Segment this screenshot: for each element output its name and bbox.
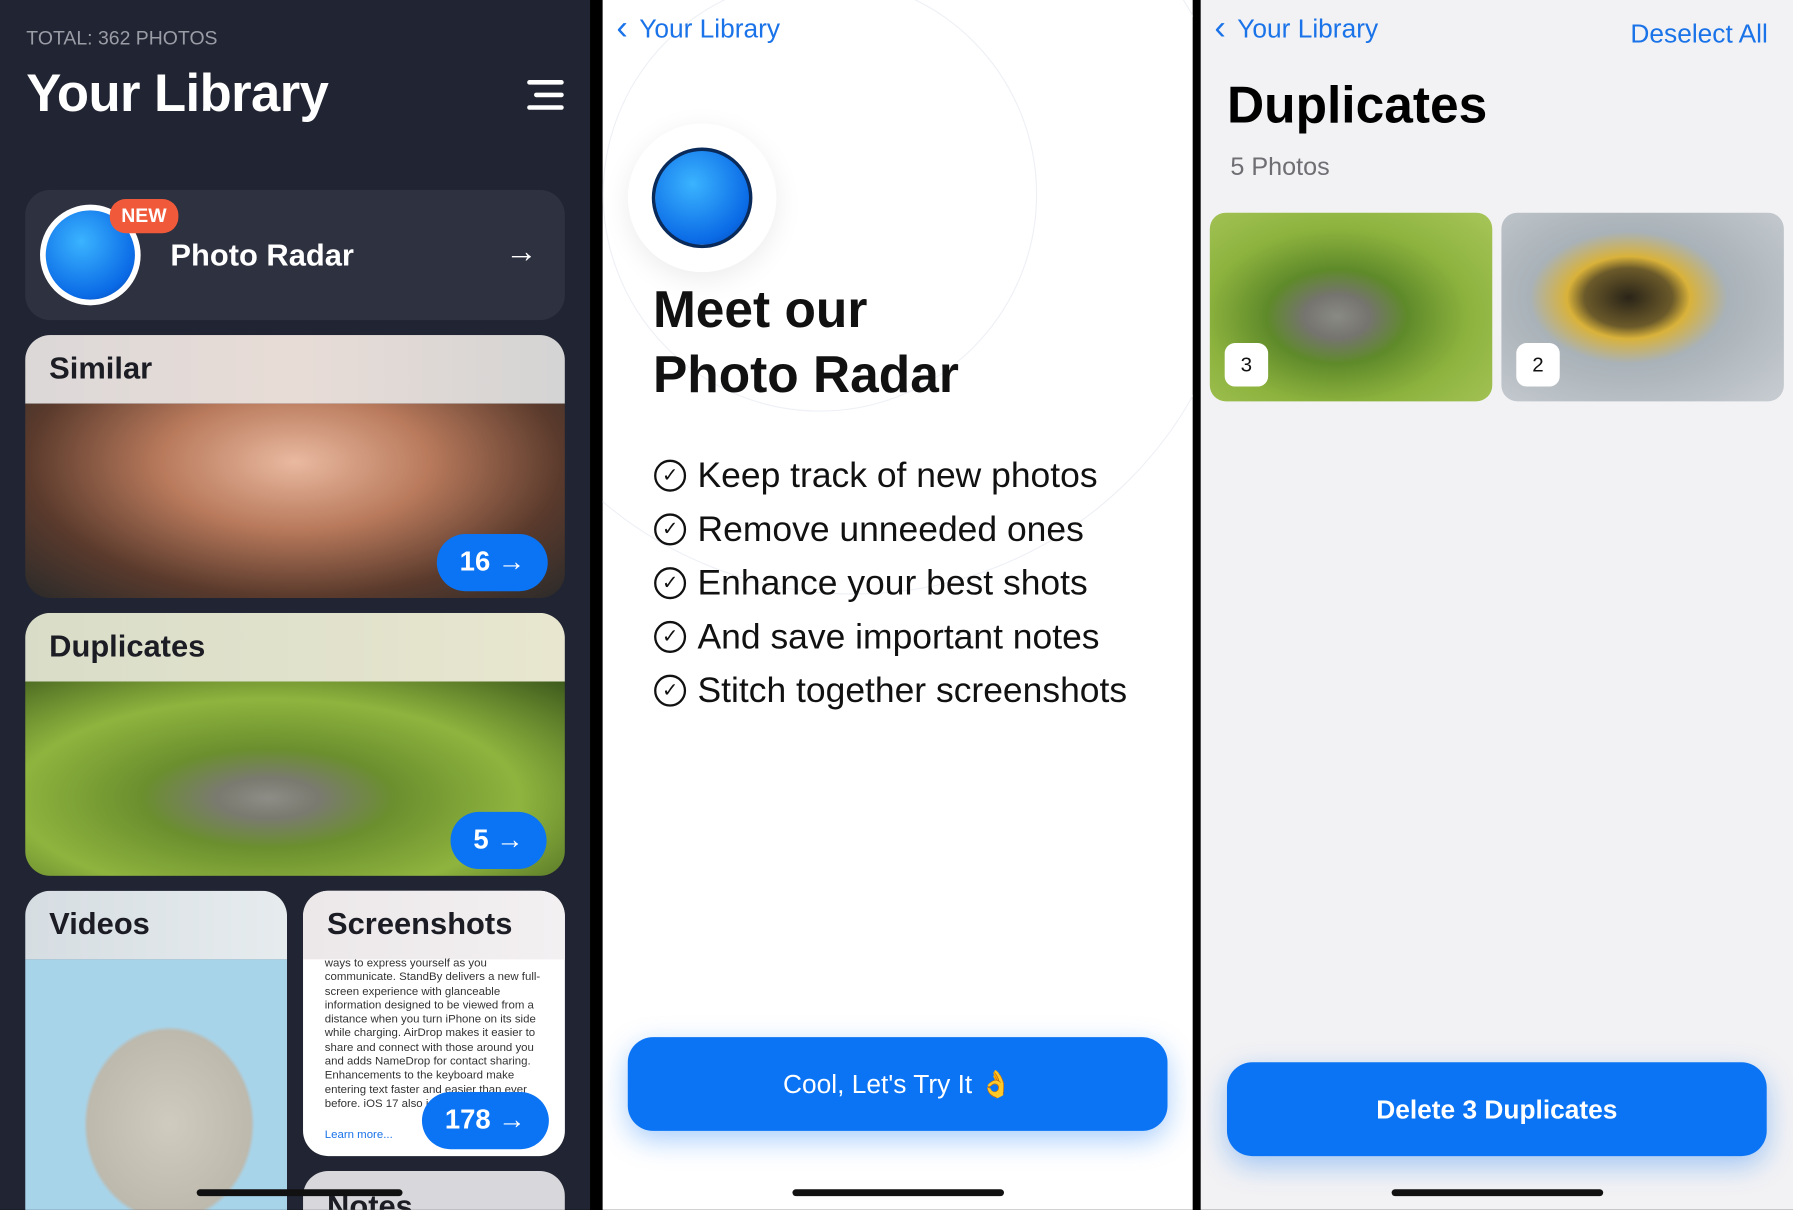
try-it-button[interactable]: Cool, Let's Try It 👌 bbox=[627, 1037, 1168, 1131]
feature-item: ✓ And save important notes bbox=[654, 616, 1127, 657]
learn-more-link: Learn more... bbox=[324, 1128, 393, 1142]
group-count-badge: 2 bbox=[1516, 343, 1560, 387]
feature-item: ✓ Keep track of new photos bbox=[654, 455, 1127, 496]
screenshots-card[interactable]: Screenshots ways to express yourself as … bbox=[303, 890, 565, 1157]
photo-radar-intro-screen: ‹ Your Library Meet our Photo Radar ✓ Kee… bbox=[602, 0, 1193, 1210]
deselect-all-button[interactable]: Deselect All bbox=[1630, 18, 1767, 49]
hamburger-icon[interactable] bbox=[527, 80, 564, 118]
videos-title: Videos bbox=[25, 890, 288, 960]
checkmark-circle-icon: ✓ bbox=[654, 674, 687, 707]
home-indicator bbox=[196, 1189, 403, 1197]
checkmark-circle-icon: ✓ bbox=[654, 459, 687, 492]
checkmark-circle-icon: ✓ bbox=[654, 513, 687, 546]
duplicates-card[interactable]: Duplicates 5 → bbox=[25, 612, 565, 876]
page-title: Your Library bbox=[26, 62, 329, 123]
new-badge: NEW bbox=[109, 198, 179, 234]
feature-item: ✓ Remove unneeded ones bbox=[654, 509, 1127, 550]
videos-card[interactable]: Videos bbox=[25, 890, 288, 1210]
page-title: Duplicates bbox=[1226, 75, 1488, 134]
radar-icon bbox=[651, 147, 753, 249]
home-indicator bbox=[792, 1189, 1004, 1197]
duplicates-title: Duplicates bbox=[25, 612, 565, 682]
back-label: Your Library bbox=[639, 13, 781, 43]
similar-count-button[interactable]: 16 → bbox=[436, 534, 549, 592]
screenshots-title: Screenshots bbox=[303, 890, 565, 960]
photo-radar-card[interactable]: Photo Radar → bbox=[25, 189, 565, 321]
intro-title-line2: Photo Radar bbox=[652, 345, 959, 404]
similar-card[interactable]: Similar 16 → bbox=[25, 335, 565, 599]
delete-duplicates-button[interactable]: Delete 3 Duplicates bbox=[1226, 1062, 1767, 1157]
screenshot-preview-text: ways to express yourself as you communic… bbox=[324, 957, 541, 1111]
photo-count: 5 Photos bbox=[1230, 152, 1330, 181]
library-screen: TOTAL: 362 PHOTOS Your Library Photo Rad… bbox=[0, 0, 591, 1210]
feature-item: ✓ Stitch together screenshots bbox=[654, 670, 1127, 711]
back-label: Your Library bbox=[1237, 13, 1379, 43]
home-indicator bbox=[1391, 1189, 1604, 1197]
back-button[interactable]: ‹ Your Library bbox=[616, 9, 780, 48]
similar-title: Similar bbox=[25, 335, 565, 404]
duplicates-count-button[interactable]: 5 → bbox=[450, 811, 547, 870]
checkmark-circle-icon: ✓ bbox=[654, 620, 687, 653]
intro-title-line1: Meet our bbox=[652, 280, 868, 339]
radar-icon-container bbox=[627, 123, 777, 273]
group-count-badge: 3 bbox=[1224, 343, 1269, 387]
duplicates-screen: ‹ Your Library Deselect All Duplicates 5… bbox=[1200, 0, 1793, 1210]
duplicate-group-duckling[interactable]: 2 bbox=[1501, 212, 1784, 402]
screenshots-count-button[interactable]: 178 → bbox=[421, 1092, 549, 1150]
feature-list: ✓ Keep track of new photos ✓ Remove unneed… bbox=[654, 455, 1127, 724]
checkmark-circle-icon: ✓ bbox=[654, 567, 687, 600]
feature-item: ✓ Enhance your best shots bbox=[654, 563, 1127, 604]
arrow-right-icon: → bbox=[505, 233, 538, 269]
duplicate-group-kitten[interactable]: 3 bbox=[1209, 212, 1493, 402]
back-button[interactable]: ‹ Your Library bbox=[1214, 9, 1378, 48]
chevron-left-icon: ‹ bbox=[616, 9, 628, 47]
chevron-left-icon: ‹ bbox=[1214, 9, 1226, 47]
videos-thumbnail bbox=[25, 959, 288, 1210]
photo-radar-label: Photo Radar bbox=[170, 237, 354, 273]
total-photos: TOTAL: 362 PHOTOS bbox=[26, 27, 218, 50]
